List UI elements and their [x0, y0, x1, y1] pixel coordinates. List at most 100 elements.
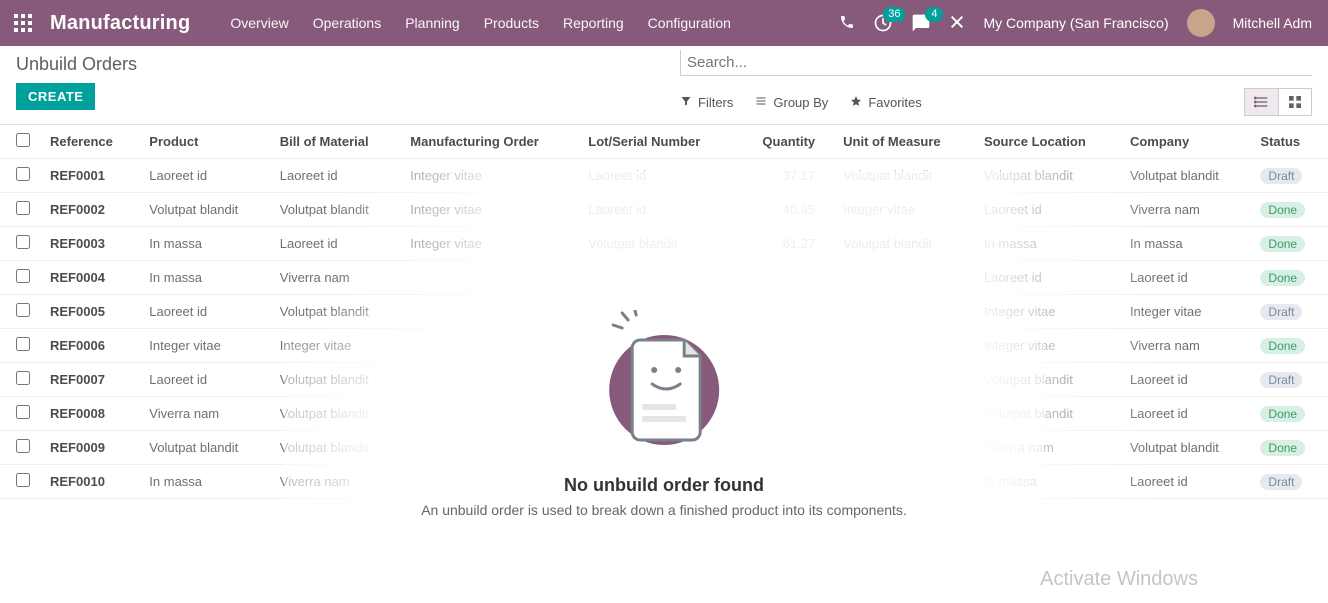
cell-bom: Viverra nam — [270, 465, 400, 499]
groupby-label: Group By — [773, 95, 828, 110]
cell-company: Volutpat blandit — [1120, 431, 1250, 465]
empty-state: No unbuild order found An unbuild order … — [421, 310, 907, 518]
select-all-checkbox[interactable] — [16, 133, 30, 147]
cell-src: Laoreet id — [974, 193, 1120, 227]
cell-reference: REF0010 — [40, 465, 139, 499]
cell-uom — [833, 261, 974, 295]
col-company[interactable]: Company — [1120, 125, 1250, 159]
cell-reference: REF0004 — [40, 261, 139, 295]
status-badge: Draft — [1260, 372, 1302, 388]
app-brand[interactable]: Manufacturing — [50, 12, 190, 35]
status-badge: Done — [1260, 236, 1305, 252]
avatar[interactable] — [1187, 9, 1215, 37]
row-checkbox[interactable] — [16, 269, 30, 283]
row-checkbox[interactable] — [16, 473, 30, 487]
close-icon[interactable] — [949, 14, 965, 33]
company-switcher[interactable]: My Company (San Francisco) — [983, 15, 1168, 31]
cell-reference: REF0007 — [40, 363, 139, 397]
col-bom[interactable]: Bill of Material — [270, 125, 400, 159]
col-reference[interactable]: Reference — [40, 125, 139, 159]
filters-button[interactable]: Filters — [680, 95, 733, 110]
groupby-button[interactable]: Group By — [755, 95, 828, 110]
status-badge: Draft — [1260, 304, 1302, 320]
cell-company: Viverra nam — [1120, 329, 1250, 363]
star-icon — [850, 95, 862, 110]
cell-lot — [578, 261, 736, 295]
cell-uom: Integer vitae — [833, 193, 974, 227]
search-input[interactable] — [680, 50, 1312, 76]
cell-reference: REF0003 — [40, 227, 139, 261]
table-row[interactable]: REF0003In massaLaoreet idInteger vitaeVo… — [0, 227, 1328, 261]
activities-count: 36 — [883, 7, 905, 22]
menu-products[interactable]: Products — [484, 15, 539, 31]
table-row[interactable]: REF0002Volutpat blanditVolutpat blanditI… — [0, 193, 1328, 227]
empty-illustration-icon — [594, 310, 734, 460]
cell-product: Integer vitae — [139, 329, 269, 363]
table-row[interactable]: REF0001Laoreet idLaoreet idInteger vitae… — [0, 159, 1328, 193]
cell-reference: REF0008 — [40, 397, 139, 431]
col-lot[interactable]: Lot/Serial Number — [578, 125, 736, 159]
menu-reporting[interactable]: Reporting — [563, 15, 624, 31]
filters-label: Filters — [698, 95, 733, 110]
create-button[interactable]: CREATE — [16, 83, 95, 110]
cell-company: Viverra nam — [1120, 193, 1250, 227]
cell-reference: REF0006 — [40, 329, 139, 363]
cell-reference: REF0002 — [40, 193, 139, 227]
cell-status: Done — [1250, 329, 1328, 363]
cell-product: Laoreet id — [139, 159, 269, 193]
cell-company: In massa — [1120, 227, 1250, 261]
cell-lot: Laoreet id — [578, 159, 736, 193]
view-kanban-button[interactable] — [1278, 88, 1312, 116]
cell-src: Viverra nam — [974, 431, 1120, 465]
row-checkbox[interactable] — [16, 167, 30, 181]
username[interactable]: Mitchell Adm — [1233, 15, 1312, 31]
menu-operations[interactable]: Operations — [313, 15, 381, 31]
cell-product: In massa — [139, 227, 269, 261]
table-row[interactable]: REF0004In massaViverra namLaoreet idLaor… — [0, 261, 1328, 295]
row-checkbox[interactable] — [16, 337, 30, 351]
cell-src: Volutpat blandit — [974, 397, 1120, 431]
page-title: Unbuild Orders — [16, 54, 648, 75]
row-checkbox[interactable] — [16, 405, 30, 419]
cell-lot: Laoreet id — [578, 193, 736, 227]
empty-text: An unbuild order is used to break down a… — [421, 502, 907, 518]
cell-product: Viverra nam — [139, 397, 269, 431]
cell-company: Integer vitae — [1120, 295, 1250, 329]
cell-qty: 61.27 — [736, 227, 833, 261]
apps-icon[interactable] — [0, 0, 46, 46]
row-checkbox[interactable] — [16, 235, 30, 249]
col-qty[interactable]: Quantity — [736, 125, 833, 159]
activities-icon[interactable]: 36 — [873, 13, 893, 33]
row-checkbox[interactable] — [16, 303, 30, 317]
phone-icon[interactable] — [839, 14, 855, 33]
cell-status: Draft — [1250, 363, 1328, 397]
col-src[interactable]: Source Location — [974, 125, 1120, 159]
cell-product: Laoreet id — [139, 295, 269, 329]
cell-mo: Integer vitae — [400, 159, 578, 193]
status-badge: Draft — [1260, 168, 1302, 184]
col-product[interactable]: Product — [139, 125, 269, 159]
row-checkbox[interactable] — [16, 371, 30, 385]
row-checkbox[interactable] — [16, 439, 30, 453]
menu-planning[interactable]: Planning — [405, 15, 460, 31]
cell-company: Laoreet id — [1120, 465, 1250, 499]
col-status[interactable]: Status — [1250, 125, 1328, 159]
cell-src: Laoreet id — [974, 261, 1120, 295]
view-list-button[interactable] — [1244, 88, 1278, 116]
menu-overview[interactable]: Overview — [230, 15, 288, 31]
status-badge: Done — [1260, 406, 1305, 422]
cell-company: Laoreet id — [1120, 363, 1250, 397]
control-panel: Unbuild Orders CREATE Filters Group By F… — [0, 46, 1328, 125]
col-uom[interactable]: Unit of Measure — [833, 125, 974, 159]
discuss-icon[interactable]: 4 — [911, 13, 931, 33]
menu-configuration[interactable]: Configuration — [648, 15, 731, 31]
cell-qty — [736, 261, 833, 295]
windows-activation: Activate Windows — [1040, 568, 1198, 591]
col-mo[interactable]: Manufacturing Order — [400, 125, 578, 159]
favorites-button[interactable]: Favorites — [850, 95, 921, 110]
cell-bom: Volutpat blandit — [270, 295, 400, 329]
cell-src: Integer vitae — [974, 329, 1120, 363]
cell-bom: Volutpat blandit — [270, 363, 400, 397]
cell-reference: REF0001 — [40, 159, 139, 193]
row-checkbox[interactable] — [16, 201, 30, 215]
